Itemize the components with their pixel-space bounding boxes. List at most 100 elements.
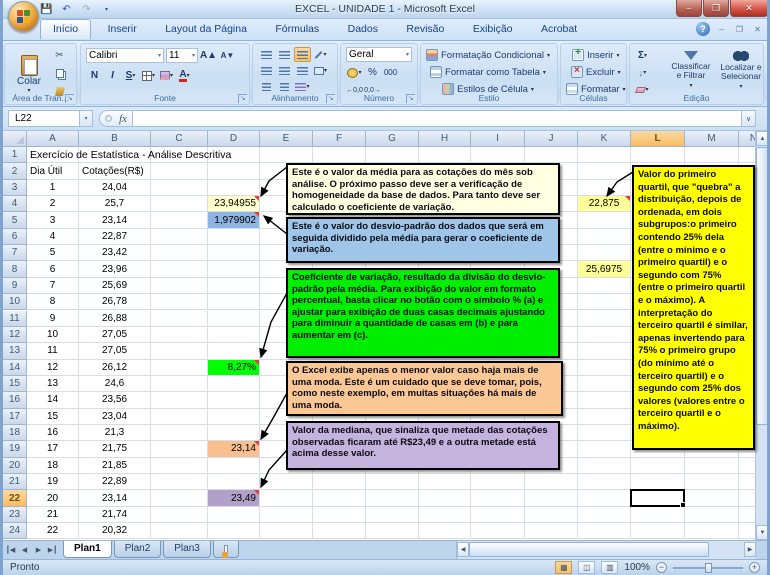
vertical-scroll-thumb[interactable]	[756, 147, 769, 425]
cell-K4[interactable]: 22,875	[578, 196, 631, 212]
tab-exibicao[interactable]: Exibição	[461, 20, 525, 39]
cell-C20[interactable]	[151, 458, 208, 474]
row-header-22[interactable]: 22	[3, 490, 27, 506]
cell-C19[interactable]	[151, 441, 208, 457]
row-header-24[interactable]: 24	[3, 523, 27, 539]
cell-A5[interactable]: 3	[27, 212, 79, 228]
row-header-21[interactable]: 21	[3, 474, 27, 490]
cell-H24[interactable]	[419, 523, 471, 539]
column-header-m[interactable]: M	[685, 131, 739, 147]
insert-sheet-button[interactable]	[213, 541, 239, 558]
cell-I21[interactable]	[471, 474, 525, 490]
cell-F22[interactable]	[313, 490, 366, 506]
cell-H1[interactable]	[419, 147, 471, 163]
cell-K17[interactable]	[578, 409, 631, 425]
cell-B8[interactable]: 23,96	[79, 261, 151, 277]
cell-C11[interactable]	[151, 311, 208, 327]
underline-button[interactable]: S▾	[122, 68, 139, 83]
scroll-up-icon[interactable]: ▲	[756, 131, 769, 146]
row-header-3[interactable]: 3	[3, 180, 27, 196]
column-header-c[interactable]: C	[151, 131, 208, 147]
cell-A4[interactable]: 2	[27, 196, 79, 212]
cell-D5[interactable]: 1,979902	[208, 212, 260, 228]
tab-inicio[interactable]: Início	[40, 19, 91, 39]
cell-A8[interactable]: 6	[27, 261, 79, 277]
vertical-scrollbar[interactable]: ▲ ▼	[755, 131, 768, 540]
name-box[interactable]: L22	[8, 110, 80, 127]
cell-F1[interactable]	[313, 147, 366, 163]
fill-color-button[interactable]: ▾	[158, 68, 175, 83]
comment-coefficient-variation[interactable]: Coeficiente de variação, resultado da di…	[286, 268, 560, 358]
shrink-font-button[interactable]: A▼	[219, 48, 236, 63]
comment-quartile[interactable]: Valor do primeiro quartil, que "quebra" …	[632, 165, 755, 450]
cell-L20[interactable]	[631, 458, 685, 474]
cell-B17[interactable]: 23,04	[79, 409, 151, 425]
align-top-button[interactable]	[258, 47, 275, 62]
row-header-13[interactable]: 13	[3, 343, 27, 359]
cell-K8[interactable]: 25,6975	[578, 261, 631, 277]
cell-K18[interactable]	[578, 425, 631, 441]
row-header-2[interactable]: 2	[3, 163, 27, 179]
tab-inserir[interactable]: Inserir	[96, 20, 149, 39]
cell-C24[interactable]	[151, 523, 208, 539]
cell-M23[interactable]	[685, 507, 739, 523]
cell-A18[interactable]: 16	[27, 425, 79, 441]
cell-L23[interactable]	[631, 507, 685, 523]
cell-A11[interactable]: 9	[27, 311, 79, 327]
cell-K1[interactable]	[578, 147, 631, 163]
formula-bar-expand-icon[interactable]: ∨	[742, 110, 756, 127]
name-box-arrow-icon[interactable]: ▾	[80, 110, 93, 127]
horizontal-scrollbar[interactable]: ◀ ▶	[456, 541, 756, 559]
comment-median[interactable]: Valor da mediana, que sinaliza que metad…	[286, 421, 560, 470]
cell-E23[interactable]	[260, 507, 313, 523]
cell-D14[interactable]: 8,27%	[208, 360, 260, 376]
cell-D12[interactable]	[208, 327, 260, 343]
next-sheet-icon[interactable]: ▶	[32, 546, 45, 554]
cell-C3[interactable]	[151, 180, 208, 196]
cell-D19[interactable]: 23,14	[208, 441, 260, 457]
cell-C13[interactable]	[151, 343, 208, 359]
cell-B16[interactable]: 23,56	[79, 392, 151, 408]
row-header-6[interactable]: 6	[3, 229, 27, 245]
cell-C8[interactable]	[151, 261, 208, 277]
cell-E21[interactable]	[260, 474, 313, 490]
merge-center-button[interactable]: ▾	[312, 63, 329, 78]
tab-acrobat[interactable]: Acrobat	[529, 20, 589, 39]
comma-style-button[interactable]: 000	[382, 65, 399, 80]
column-header-f[interactable]: F	[313, 131, 366, 147]
cell-D21[interactable]	[208, 474, 260, 490]
cell-D11[interactable]	[208, 311, 260, 327]
cell-A24[interactable]: 22	[27, 523, 79, 539]
cell-C22[interactable]	[151, 490, 208, 506]
cell-K10[interactable]	[578, 294, 631, 310]
page-break-view-button[interactable]: ▥	[601, 561, 618, 574]
cell-B12[interactable]: 27,05	[79, 327, 151, 343]
cell-A19[interactable]: 17	[27, 441, 79, 457]
active-cell-l22[interactable]	[630, 489, 685, 506]
cell-D13[interactable]	[208, 343, 260, 359]
minimize-button[interactable]: –	[676, 0, 702, 17]
cell-B11[interactable]: 26,88	[79, 311, 151, 327]
borders-button[interactable]: ▾	[140, 68, 157, 83]
horizontal-scroll-thumb[interactable]	[469, 542, 709, 557]
clipboard-dialog-launcher[interactable]: ↘	[65, 94, 74, 103]
wrap-text-button[interactable]: ▾	[294, 79, 311, 94]
insert-cells-button[interactable]: Inserir▾	[565, 48, 627, 62]
fill-button[interactable]: ↓▾	[634, 65, 651, 80]
autosum-button[interactable]: Σ▾	[634, 48, 651, 63]
cell-F21[interactable]	[313, 474, 366, 490]
cell-B10[interactable]: 26,78	[79, 294, 151, 310]
zoom-level[interactable]: 100%	[624, 562, 650, 573]
workbook-restore-icon[interactable]: ❐	[733, 25, 746, 34]
restore-button[interactable]: ❐	[703, 0, 729, 17]
row-header-4[interactable]: 4	[3, 196, 27, 212]
cell-M20[interactable]	[685, 458, 739, 474]
cell-D17[interactable]	[208, 409, 260, 425]
cell-J1[interactable]	[525, 147, 578, 163]
prev-sheet-icon[interactable]: ◀	[18, 546, 31, 554]
cell-C14[interactable]	[151, 360, 208, 376]
cell-C10[interactable]	[151, 294, 208, 310]
cell-G22[interactable]	[366, 490, 419, 506]
cell-B4[interactable]: 25,7	[79, 196, 151, 212]
orientation-button[interactable]: ▾	[312, 47, 329, 62]
